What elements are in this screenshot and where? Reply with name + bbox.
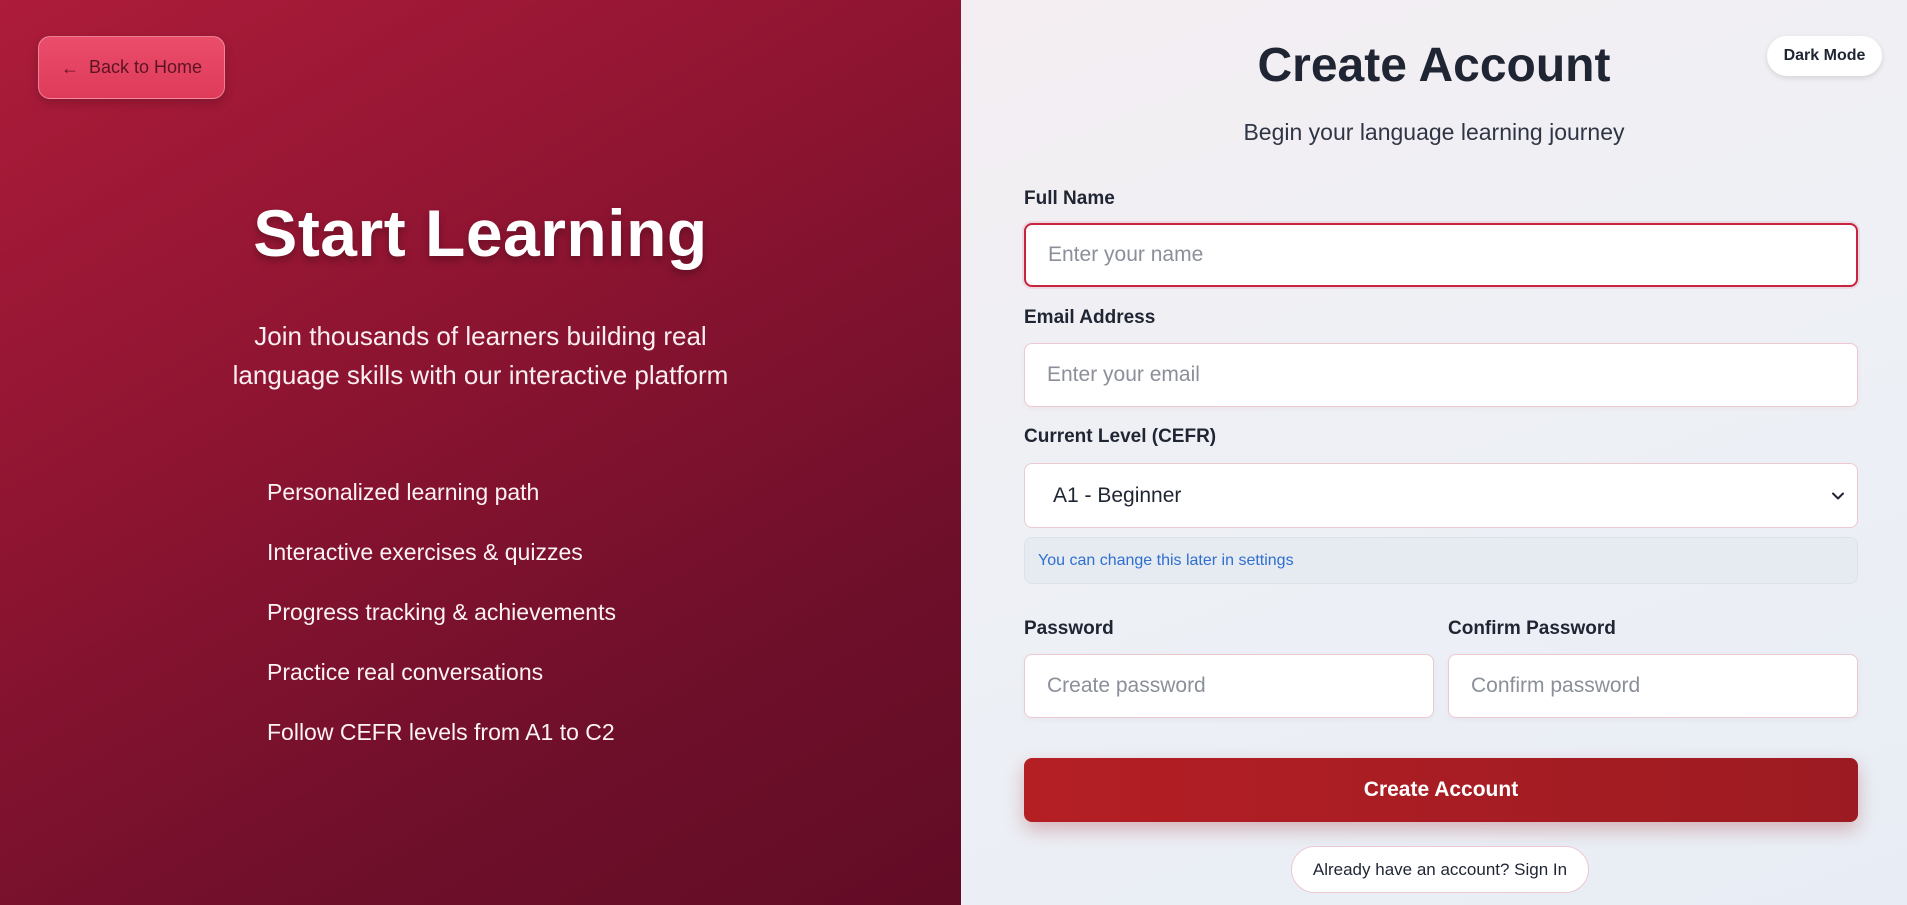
full-name-label: Full Name (1024, 188, 1115, 209)
email-label: Email Address (1024, 307, 1156, 328)
level-hint: You can change this later in settings (1024, 537, 1858, 584)
level-label: Current Level (CEFR) (1024, 426, 1217, 447)
hero-title: Start Learning (253, 196, 708, 270)
form-subtitle: Begin your language learning journey (1243, 119, 1625, 145)
form-title: Create Account (1257, 39, 1611, 92)
confirm-password-label: Confirm Password (1448, 618, 1616, 639)
feature-item: Interactive exercises & quizzes (267, 539, 583, 565)
feature-item: Personalized learning path (267, 479, 540, 505)
chevron-down-icon (1832, 492, 1844, 499)
password-label: Password (1024, 618, 1114, 639)
back-to-home-button[interactable]: ← Back to Home (38, 36, 225, 99)
feature-item: Follow CEFR levels from A1 to C2 (267, 719, 615, 745)
signup-page: ← Back to Home Start Learning Join thous… (0, 0, 1907, 905)
promo-panel: ← Back to Home Start Learning Join thous… (0, 0, 961, 905)
sign-in-link[interactable]: Already have an account? Sign In (1291, 846, 1589, 893)
feature-item: Practice real conversations (267, 659, 544, 685)
hero: Start Learning Join thousands of learner… (0, 195, 961, 395)
email-input[interactable] (1024, 343, 1858, 407)
level-select[interactable]: A1 - Beginner (1024, 463, 1858, 528)
level-select-value: A1 - Beginner (1053, 483, 1182, 507)
confirm-password-input[interactable] (1448, 654, 1858, 718)
feature-item: Progress tracking & achievements (267, 599, 616, 625)
create-account-button[interactable]: Create Account (1024, 758, 1858, 822)
hero-subtitle: Join thousands of learners building real… (232, 321, 729, 390)
arrow-left-icon: ← (60, 57, 79, 78)
full-name-input[interactable] (1024, 223, 1858, 287)
password-input[interactable] (1024, 654, 1434, 718)
back-to-home-label: Back to Home (88, 57, 203, 77)
feature-list: Personalized learning path Interactive e… (267, 470, 616, 770)
signup-form-panel: Dark Mode Create Account Begin your lang… (961, 0, 1907, 905)
